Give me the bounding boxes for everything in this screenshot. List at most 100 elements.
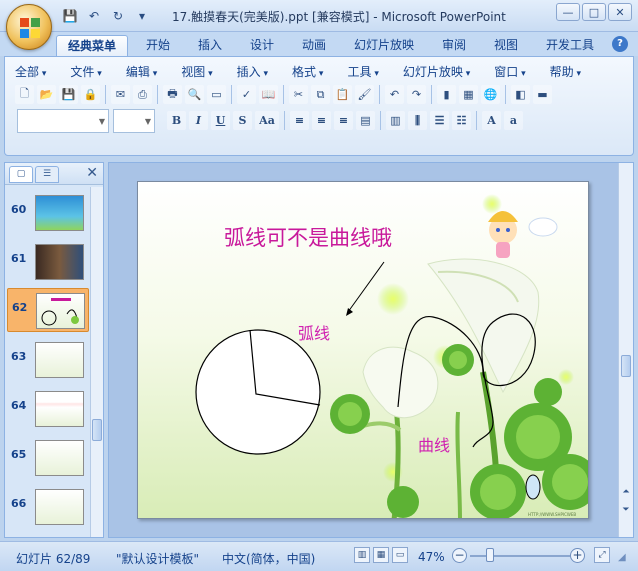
slide-thumbnail[interactable]: 61 — [7, 240, 89, 284]
menu-edit[interactable]: 编辑 — [126, 63, 181, 81]
previous-slide-icon[interactable]: ⏶ — [620, 487, 632, 497]
copy-icon[interactable]: ⧉ — [311, 85, 330, 104]
slide-thumbnail-image — [35, 440, 84, 476]
save-file-icon[interactable]: 💾 — [59, 85, 78, 104]
zoom-out-button[interactable]: − — [452, 548, 467, 563]
shadow-button[interactable]: S — [233, 111, 252, 130]
paste-icon[interactable]: 📋 — [333, 85, 352, 104]
slideshow-view-icon[interactable]: ▭ — [392, 547, 408, 563]
scrollbar-thumb[interactable] — [92, 419, 102, 441]
menu-insert[interactable]: 插入 — [237, 63, 292, 81]
tab-review[interactable]: 审阅 — [436, 35, 472, 56]
slide-canvas[interactable]: 弧线可不是曲线哦 弧线 曲线 HTTP://WWW.SHPICWEB — [137, 181, 589, 519]
menu-slideshow[interactable]: 幻灯片放映 — [403, 63, 494, 81]
new-file-icon[interactable]: 🗋 — [15, 85, 34, 104]
underline-button[interactable]: U — [211, 111, 230, 130]
undo-toolbar-icon[interactable]: ↶ — [385, 85, 404, 104]
spelling-icon[interactable]: ✓ — [237, 85, 256, 104]
next-slide-icon[interactable]: ⏷ — [620, 505, 632, 515]
italic-button[interactable]: I — [189, 111, 208, 130]
zoom-in-button[interactable]: + — [570, 548, 585, 563]
arc-label[interactable]: 弧线 — [298, 320, 330, 344]
menu-tools[interactable]: 工具 — [347, 63, 402, 81]
redo-icon[interactable]: ↻ — [108, 7, 128, 25]
menu-all[interactable]: 全部 — [15, 63, 70, 81]
align-right-icon[interactable]: ≡ — [334, 111, 353, 130]
change-case-button[interactable]: Aa — [255, 111, 279, 130]
align-left-icon[interactable]: ≡ — [290, 111, 309, 130]
tab-home[interactable]: 开始 — [140, 35, 176, 56]
slide-thumbnail-selected[interactable]: 62 — [7, 288, 89, 332]
menu-view[interactable]: 视图 — [181, 63, 236, 81]
menu-help[interactable]: 帮助 — [550, 63, 581, 81]
bold-button[interactable]: B — [167, 111, 186, 130]
classic-menu-bar: 全部 文件 编辑 视图 插入 格式 工具 幻灯片放映 窗口 帮助 — [15, 63, 581, 81]
scrollbar-thumb[interactable] — [621, 355, 631, 377]
font-size-combo[interactable]: ▼ — [113, 109, 155, 133]
tab-slideshow[interactable]: 幻灯片放映 — [348, 35, 420, 56]
numbering-icon[interactable]: ☰ — [430, 111, 449, 130]
slides-tab-icon[interactable]: ▢ — [9, 166, 33, 183]
font-name-combo[interactable]: ▼ — [17, 109, 109, 133]
permission-icon[interactable]: 🔒 — [81, 85, 100, 104]
slide-heading[interactable]: 弧线可不是曲线哦 — [224, 222, 392, 252]
maximize-button[interactable]: □ — [582, 3, 606, 21]
tab-design[interactable]: 设计 — [244, 35, 280, 56]
slide-thumbnail[interactable]: 66 — [7, 485, 89, 529]
slide-thumbnail[interactable]: 64 — [7, 387, 89, 431]
zoom-slider-knob[interactable] — [486, 548, 494, 562]
insert-table-icon[interactable]: ▦ — [459, 85, 478, 104]
normal-view-icon[interactable]: ▥ — [354, 547, 370, 563]
menu-file[interactable]: 文件 — [70, 63, 125, 81]
close-panel-icon[interactable]: ✕ — [86, 165, 98, 181]
customize-qat-icon[interactable]: ▾ — [132, 7, 152, 25]
help-icon[interactable]: ? — [612, 36, 628, 52]
tab-view[interactable]: 视图 — [488, 35, 524, 56]
fit-to-window-icon[interactable]: ⤢ — [594, 547, 610, 563]
hyperlink-icon[interactable]: 🌐 — [481, 85, 500, 104]
resize-grip-icon[interactable]: ◢ — [618, 552, 626, 563]
editor-scrollbar[interactable]: ⏶ ⏷ — [618, 163, 633, 537]
print-preview-icon[interactable]: 🔍 — [185, 85, 204, 104]
research-icon[interactable]: 📖 — [259, 85, 278, 104]
email-icon[interactable]: ✉ — [111, 85, 130, 104]
open-folder-icon[interactable]: 📂 — [37, 85, 56, 104]
publish-icon[interactable]: ⎙ — [133, 85, 152, 104]
columns-icon[interactable]: ▥ — [386, 111, 405, 130]
language-indicator: 中文(简体，中国) — [222, 552, 316, 566]
slide-thumbnail[interactable]: 60 — [7, 191, 89, 235]
bullets-icon[interactable]: ☷ — [452, 111, 471, 130]
align-center-icon[interactable]: ≡ — [312, 111, 331, 130]
slide-sorter-icon[interactable]: ▦ — [373, 547, 389, 563]
menu-window[interactable]: 窗口 — [494, 63, 549, 81]
tab-insert[interactable]: 插入 — [192, 35, 228, 56]
decrease-font-icon[interactable]: a — [504, 111, 523, 130]
slide-thumbnail[interactable]: 65 — [7, 436, 89, 480]
web-preview-icon[interactable]: ▭ — [207, 85, 226, 104]
cut-icon[interactable]: ✂ — [289, 85, 308, 104]
justify-icon[interactable]: ▤ — [356, 111, 375, 130]
office-button[interactable] — [6, 4, 52, 50]
format-painter-icon[interactable]: 🖌 — [355, 85, 374, 104]
zoom-slider-track[interactable] — [470, 555, 570, 557]
text-direction-icon[interactable]: ⫼ — [408, 111, 427, 130]
tab-developer[interactable]: 开发工具 — [540, 35, 600, 56]
color-grayscale-icon[interactable]: ◧ — [511, 85, 530, 104]
print-icon[interactable]: 🖶 — [163, 85, 182, 104]
menu-format[interactable]: 格式 — [292, 63, 347, 81]
redo-toolbar-icon[interactable]: ↷ — [407, 85, 426, 104]
outline-tab-icon[interactable]: ☰ — [35, 166, 59, 183]
new-slide-icon[interactable]: ▬ — [533, 85, 552, 104]
tab-animation[interactable]: 动画 — [296, 35, 332, 56]
increase-font-icon[interactable]: A — [482, 111, 501, 130]
thumbnail-scrollbar[interactable] — [90, 187, 103, 537]
save-icon[interactable]: 💾 — [60, 7, 80, 25]
tab-classic-menu[interactable]: 经典菜单 — [56, 35, 128, 56]
insert-chart-icon[interactable]: ▮ — [437, 85, 456, 104]
slide-thumbnail[interactable]: 63 — [7, 338, 89, 382]
minimize-button[interactable]: — — [556, 3, 580, 21]
curve-label[interactable]: 曲线 — [418, 432, 450, 456]
slide-editor: 弧线可不是曲线哦 弧线 曲线 HTTP://WWW.SHPICWEB ⏶ ⏷ — [108, 162, 634, 538]
close-button[interactable]: ✕ — [608, 3, 632, 21]
undo-icon[interactable]: ↶ — [84, 7, 104, 25]
